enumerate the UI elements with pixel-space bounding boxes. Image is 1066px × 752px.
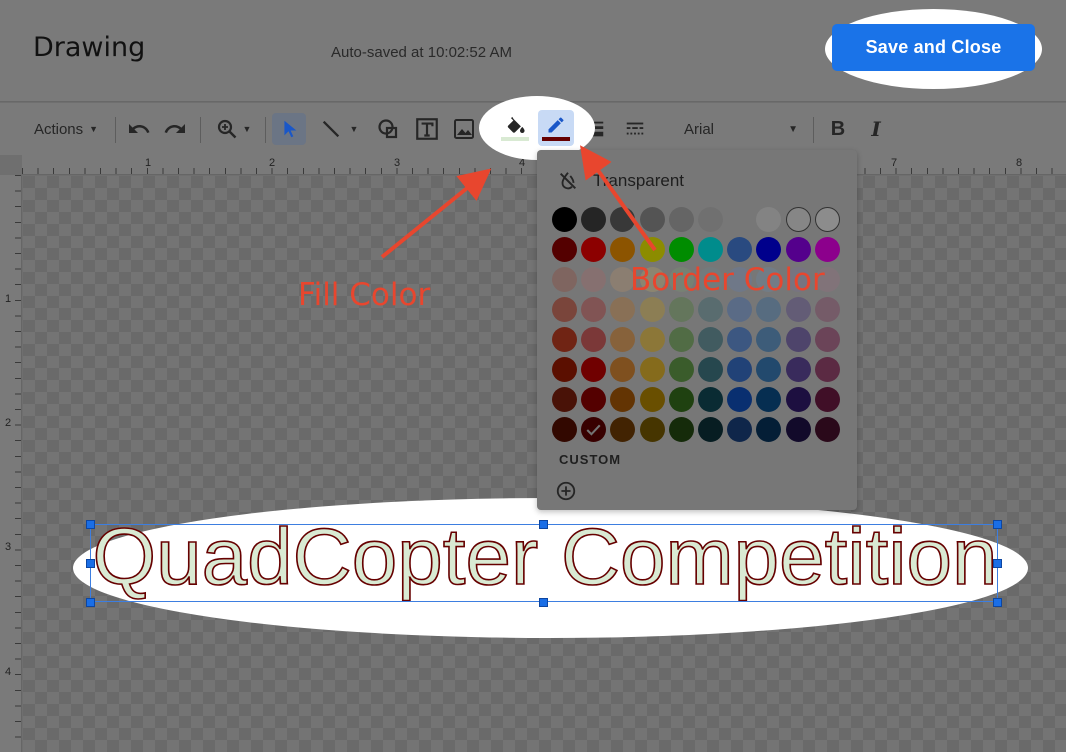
resize-handle[interactable]: [86, 559, 95, 568]
resize-handle[interactable]: [993, 520, 1002, 529]
border-color-arrow: [580, 145, 657, 252]
resize-handle[interactable]: [993, 598, 1002, 607]
fill-color-arrow: [380, 168, 492, 259]
resize-handle[interactable]: [539, 598, 548, 607]
annotation-arrows: [380, 145, 657, 259]
resize-handle[interactable]: [86, 520, 95, 529]
border-color-annotation: Border Color: [630, 262, 825, 298]
selection-box: [90, 524, 998, 602]
fill-color-annotation: Fill Color: [298, 277, 431, 313]
resize-handle[interactable]: [539, 520, 548, 529]
resize-handle[interactable]: [86, 598, 95, 607]
resize-handle[interactable]: [993, 559, 1002, 568]
